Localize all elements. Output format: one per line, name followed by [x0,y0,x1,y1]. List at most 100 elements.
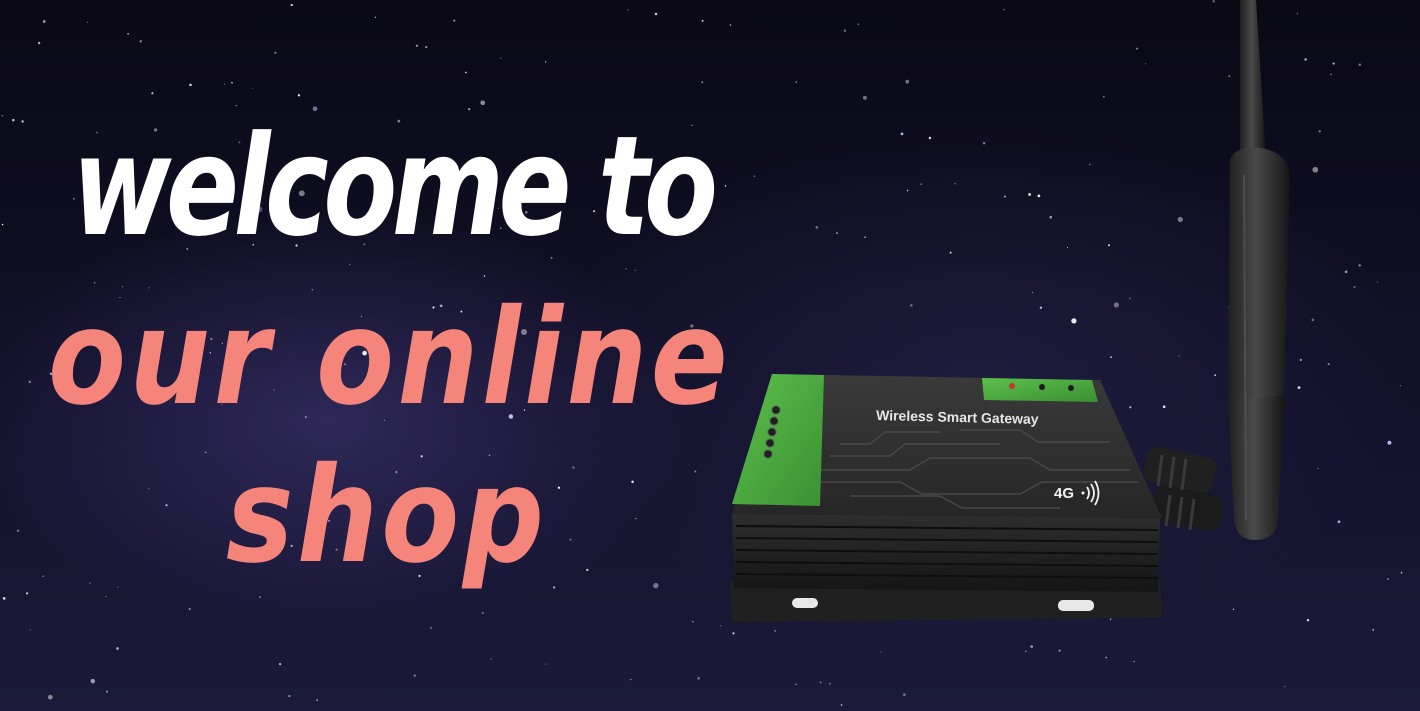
star [430,626,433,629]
antenna [1228,0,1290,540]
star [631,480,634,484]
power-led [1009,383,1015,389]
mount-slot [792,598,818,608]
star [1332,62,1335,65]
star [500,57,502,59]
star [42,20,46,23]
star [148,487,150,490]
net-led [1039,384,1045,390]
star [231,81,233,84]
star [274,51,277,54]
headline-our-online: our online [48,281,732,435]
star [829,682,831,685]
star [490,658,492,660]
device-body: Wireless Smart Gateway 4G [730,374,1162,622]
star [139,40,142,43]
star [1387,440,1392,445]
star [1358,264,1361,267]
star [1024,650,1027,653]
star [117,586,119,588]
star [374,16,377,18]
star [481,612,484,615]
star [625,268,627,270]
star [840,704,843,706]
star [316,699,319,702]
star [251,87,253,89]
star [1400,385,1402,387]
star [654,12,658,16]
star [1,115,3,117]
star [572,466,575,469]
star [12,118,15,122]
star [37,41,41,45]
star [290,3,293,7]
star [634,269,636,271]
star [106,690,109,693]
star [653,582,659,589]
star [259,596,261,598]
headline-shop: shop [226,439,548,593]
star [795,683,797,685]
star [635,517,637,520]
star [480,100,486,106]
star [415,44,418,47]
star [86,21,89,23]
star [278,662,282,666]
star [903,693,906,697]
star [1358,63,1361,66]
star [189,83,192,87]
star [453,19,456,22]
port-panel [732,374,824,506]
star [297,94,301,97]
welcome-banner: welcome to our online shop Wireless Smar… [0,0,1420,711]
star [1344,270,1348,274]
star [557,486,561,489]
star [89,582,91,584]
star [1353,286,1356,288]
star [1327,363,1330,366]
star [1386,578,1389,581]
star [1105,656,1108,659]
star [1376,281,1379,283]
star [1330,73,1332,76]
star [116,647,119,650]
gateway-device-image: Wireless Smart Gateway 4G [730,0,1290,622]
star [16,529,20,532]
star [880,651,882,653]
star [25,592,29,595]
star [544,663,546,665]
star [1400,571,1403,574]
star [204,451,207,454]
status-panel [982,378,1098,402]
star [697,677,700,680]
badge-4g: 4G [1054,485,1074,502]
star [630,678,632,681]
star [188,608,191,610]
star [47,694,53,700]
star [586,568,589,572]
star [2,597,6,600]
rf-led [1068,385,1074,391]
star [552,586,556,589]
star [127,33,129,35]
star [165,504,168,507]
star [1030,645,1033,648]
star [544,61,547,63]
star [42,575,45,578]
star [29,629,31,631]
star [1133,660,1135,663]
star [483,275,486,277]
star [28,380,32,384]
star [90,678,96,684]
star [425,46,428,49]
mount-slot [1058,600,1094,611]
star [21,120,24,123]
headline-welcome: welcome to [72,106,718,267]
star [223,83,226,85]
star [1284,686,1286,688]
star [288,695,291,698]
star [413,674,416,677]
star [1337,520,1341,524]
star [465,71,467,74]
star [627,9,629,11]
